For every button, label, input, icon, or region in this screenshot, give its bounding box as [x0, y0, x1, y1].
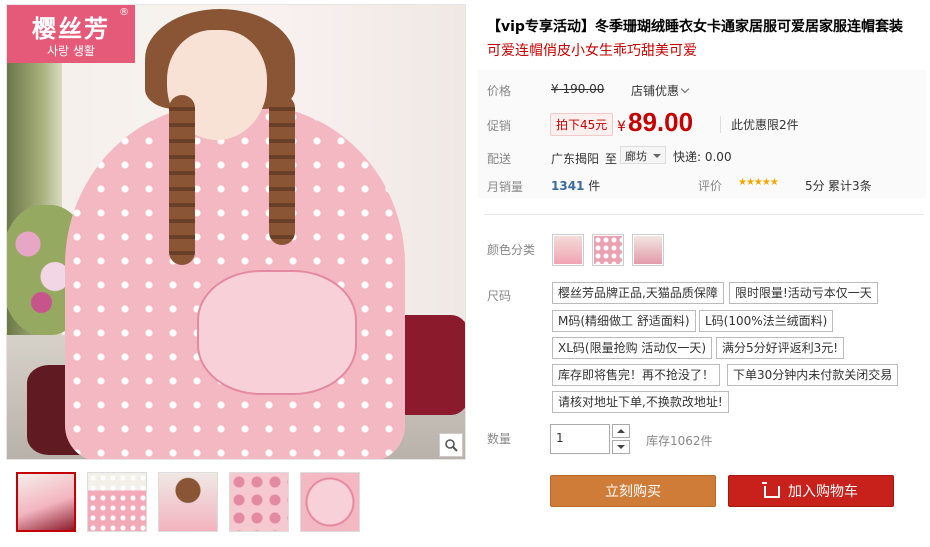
- sales-unit: 件: [588, 179, 601, 193]
- size-option[interactable]: 樱丝芳品牌正品,天猫品质保障: [552, 282, 724, 304]
- buy-now-label: 立刻购买: [605, 484, 661, 500]
- size-option[interactable]: 下单30分钟内未付款关闭交易: [727, 364, 899, 386]
- sales-count: 1341: [551, 179, 585, 193]
- thumbnail-2[interactable]: [87, 472, 147, 532]
- size-option[interactable]: 满分5分好评返利3元!: [716, 337, 845, 359]
- section-divider: [484, 214, 924, 215]
- brand-logo: 樱丝芳 사랑 생활 ®: [7, 5, 135, 63]
- main-product-image[interactable]: 樱丝芳 사랑 생활 ®: [6, 4, 466, 460]
- size-option[interactable]: XL码(限量抢购 活动仅一天): [552, 337, 713, 359]
- product-title: 【vip专享活动】冬季珊瑚绒睡衣女卡通家居服可爱居家服连帽套装: [487, 19, 903, 35]
- cat-pocket: [197, 270, 357, 395]
- rating-label: 评价: [698, 179, 723, 193]
- size-label: 尺码: [487, 289, 512, 303]
- express-fee: 快递: 0.00: [673, 150, 732, 164]
- thumbnail-3[interactable]: [158, 472, 218, 532]
- quantity-decrease-button[interactable]: [612, 440, 630, 454]
- promo-label: 促销: [487, 119, 512, 133]
- review-count-link[interactable]: 累计3条: [828, 177, 872, 194]
- size-option[interactable]: 库存即将售完！再不抢没了！: [552, 364, 721, 386]
- size-option[interactable]: 限时限量!活动亏本仅一天: [729, 282, 878, 304]
- add-to-cart-label: 加入购物车: [788, 484, 858, 500]
- sales-label: 月销量: [487, 180, 524, 194]
- original-price: ¥ 190.00: [551, 82, 605, 96]
- right-braid: [269, 95, 295, 245]
- color-options: [552, 234, 664, 266]
- color-option-3[interactable]: [632, 234, 664, 266]
- quantity-input[interactable]: 1: [550, 424, 610, 454]
- dropdown-arrow-icon: [653, 154, 661, 158]
- registered-mark: ®: [119, 7, 129, 18]
- color-option-1[interactable]: [552, 234, 584, 266]
- brand-name: 樱丝芳: [32, 15, 110, 43]
- zoom-icon[interactable]: [439, 433, 463, 457]
- quantity-label: 数量: [487, 432, 512, 446]
- rating-score: 5分: [805, 179, 825, 193]
- destination-select[interactable]: 廊坊: [620, 146, 666, 164]
- ship-from: 广东揭阳: [551, 152, 600, 166]
- size-option[interactable]: M码(精细做工 舒适面料): [552, 310, 696, 332]
- product-subtitle: 可爱连帽俏皮小女生乖巧甜美可爱: [487, 43, 697, 59]
- color-label: 颜色分类: [487, 243, 536, 257]
- ship-to-word: 至: [605, 152, 618, 166]
- left-braid: [169, 95, 195, 265]
- promo-limit: 此优惠限2件: [720, 116, 799, 133]
- quantity-increase-button[interactable]: [612, 424, 630, 438]
- brand-subname: 사랑 생활: [47, 44, 95, 58]
- rating-stars: ★★★★★: [738, 177, 779, 188]
- add-to-cart-button[interactable]: 加入购物车: [728, 475, 894, 507]
- buy-now-button[interactable]: 立刻购买: [550, 475, 716, 507]
- promo-price: 89.00: [628, 107, 694, 137]
- discount-tag: 拍下45元: [550, 113, 614, 136]
- price-label: 价格: [487, 84, 512, 98]
- shop-discount-label: 店铺优惠: [631, 84, 680, 98]
- shipping-label: 配送: [487, 152, 512, 166]
- thumbnail-5[interactable]: [300, 472, 360, 532]
- size-option[interactable]: L码(100%法兰绒面料): [699, 310, 834, 332]
- thumbnail-4[interactable]: [229, 472, 289, 532]
- color-option-2[interactable]: [592, 234, 624, 266]
- thumbnail-1[interactable]: [16, 472, 76, 532]
- currency-symbol: ¥: [617, 119, 626, 135]
- chevron-down-icon: [680, 84, 690, 94]
- stock-count: 库存1062件: [646, 434, 713, 448]
- product-photo: [7, 5, 465, 459]
- arrow-up-icon: [617, 429, 625, 433]
- destination-value: 廊坊: [625, 150, 647, 163]
- thumbnail-strip: [16, 472, 360, 532]
- size-option[interactable]: 请核对地址下单,不换款改地址!: [552, 391, 729, 413]
- shop-discount-dropdown[interactable]: 店铺优惠: [631, 82, 690, 99]
- cart-icon: [762, 482, 780, 498]
- arrow-down-icon: [617, 445, 625, 449]
